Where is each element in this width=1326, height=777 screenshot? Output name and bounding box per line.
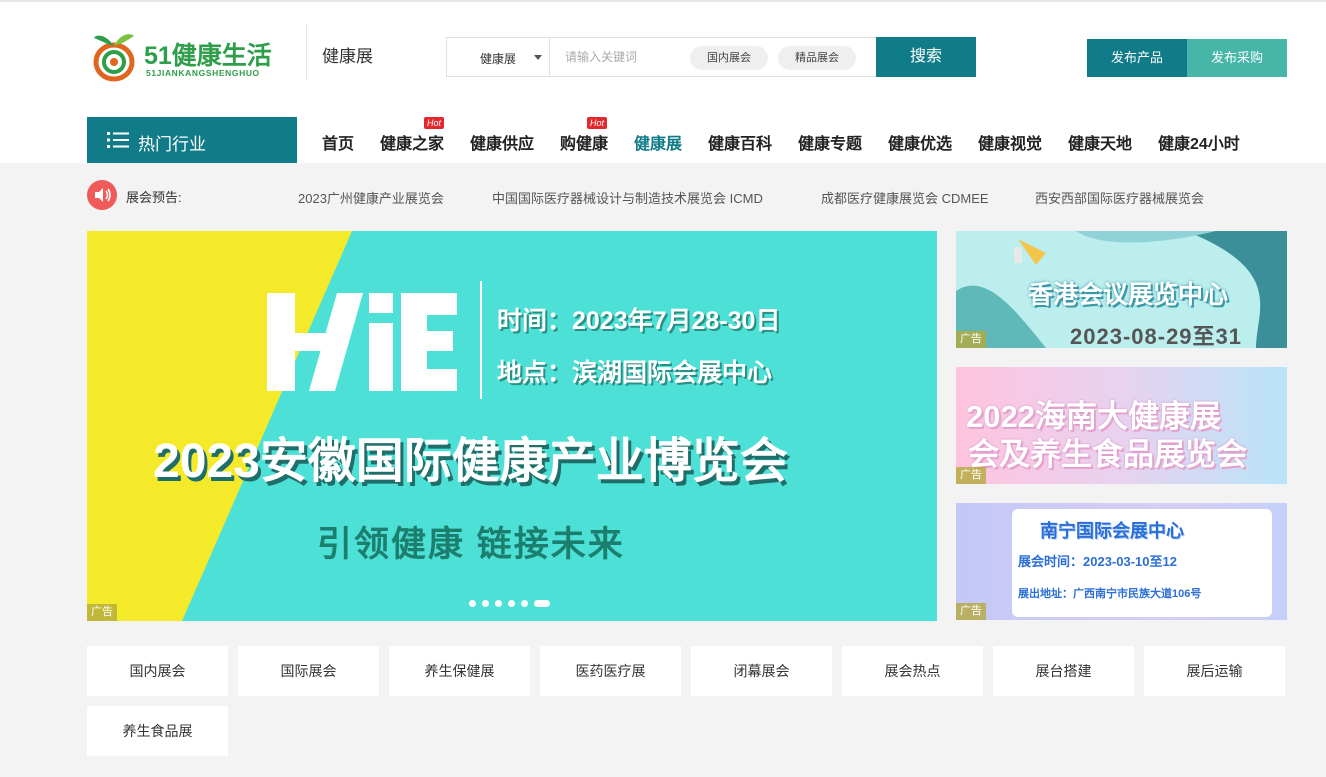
nav-health-supply[interactable]: 健康供应: [470, 130, 534, 154]
carousel-dot[interactable]: [482, 600, 489, 607]
site-logo[interactable]: 51健康生活 51JIANKANGSHENGHUO: [92, 28, 282, 86]
search-bar: 健康展 国内展会 精品展会 搜索: [446, 37, 976, 77]
ad-time: 展会时间：2023-03-10至12: [1018, 554, 1177, 569]
speaker-icon: [87, 180, 117, 210]
category-medical-expo[interactable]: 医药医疗展: [540, 646, 681, 696]
side-ad-hong-kong[interactable]: 香港会议展览中心 2023-08-29至31 广告: [956, 231, 1287, 348]
publish-product-button[interactable]: 发布产品: [1087, 39, 1187, 77]
ad-date: 2023-08-29至31: [1070, 324, 1243, 348]
ad-title-line2: 会及养生食品展览会: [968, 437, 1247, 472]
nav-health-world[interactable]: 健康天地: [1068, 130, 1132, 154]
search-input[interactable]: [551, 38, 681, 76]
hie-logo: [267, 293, 457, 391]
category-international-expo[interactable]: 国际展会: [238, 646, 379, 696]
category-domestic-expo[interactable]: 国内展会: [87, 646, 228, 696]
ticker-item[interactable]: 2023广州健康产业展览会: [298, 188, 444, 207]
logo-text: 51健康生活: [144, 42, 272, 70]
side-ad-hainan[interactable]: 2022海南大健康展 会及养生食品展览会 广告: [956, 367, 1287, 484]
category-booth-construction[interactable]: 展台搭建: [993, 646, 1134, 696]
nav-home[interactable]: 首页: [322, 130, 354, 154]
main-banner[interactable]: 时间：2023年7月28-30日 地点：滨湖国际会展中心 2023安徽国际健康产…: [87, 231, 937, 621]
chevron-down-icon: [534, 55, 542, 60]
ad-label: 广告: [956, 603, 986, 620]
carousel-dot-active[interactable]: [534, 600, 550, 607]
nav-health-select[interactable]: 健康优选: [888, 130, 952, 154]
ad-address: 展出地址：广西南宁市民族大道106号: [1018, 588, 1202, 600]
category-post-expo-shipping[interactable]: 展后运输: [1144, 646, 1285, 696]
hot-industry-label: 热门行业: [138, 135, 206, 154]
ad-label: 广告: [956, 467, 986, 484]
nav-health-home[interactable]: 健康之家: [380, 130, 444, 154]
nav-health-expo[interactable]: 健康展: [634, 130, 682, 154]
search-button[interactable]: 搜索: [876, 37, 976, 77]
carousel-dot[interactable]: [495, 600, 502, 607]
banner-title: 2023安徽国际健康产业博览会: [153, 435, 788, 488]
hot-badge: Hot: [424, 117, 444, 129]
nav-buy-health[interactable]: 购健康: [560, 130, 608, 154]
logo-subtext: 51JIANKANGSHENGHUO: [146, 68, 260, 78]
ticker-item[interactable]: 西安西部国际医疗器械展览会: [1035, 188, 1204, 207]
hot-industry-menu[interactable]: 热门行业: [87, 117, 297, 163]
search-category-select[interactable]: 健康展: [447, 38, 550, 76]
nav-health-vision[interactable]: 健康视觉: [978, 130, 1042, 154]
category-health-food-expo[interactable]: 养生食品展: [87, 706, 228, 756]
search-category-value: 健康展: [480, 52, 517, 66]
category-closed-expo[interactable]: 闭幕展会: [691, 646, 832, 696]
logo-leaf-icon: [93, 34, 135, 82]
nav-health-topics[interactable]: 健康专题: [798, 130, 862, 154]
banner-place: 地点：滨湖国际会展中心: [497, 359, 773, 387]
search-tag-premium[interactable]: 精品展会: [778, 46, 856, 70]
nav-health-24h[interactable]: 健康24小时: [1158, 130, 1240, 154]
ad-title: 南宁国际会展中心: [1040, 521, 1184, 541]
banner-slogan: 引领健康 链接未来: [317, 525, 625, 564]
nav-health-wiki[interactable]: 健康百科: [708, 130, 772, 154]
ticker-item[interactable]: 中国国际医疗器械设计与制造技术展览会 ICMD: [492, 188, 763, 207]
carousel-dot[interactable]: [469, 600, 476, 607]
search-tag-domestic[interactable]: 国内展会: [690, 46, 768, 70]
ticker-label: 展会预告:: [126, 190, 182, 205]
ad-title: 香港会议展览中心: [1028, 281, 1229, 309]
banner-time: 时间：2023年7月28-30日: [497, 307, 781, 335]
category-expo-hotspots[interactable]: 展会热点: [842, 646, 983, 696]
channel-title: 健康展: [322, 47, 373, 66]
side-ad-nanning[interactable]: 南宁国际会展中心 展会时间：2023-03-10至12 展出地址：广西南宁市民族…: [956, 503, 1287, 620]
carousel-dot[interactable]: [521, 600, 528, 607]
carousel-dot[interactable]: [508, 600, 515, 607]
category-wellness-expo[interactable]: 养生保健展: [389, 646, 530, 696]
logo-divider: [306, 24, 307, 80]
hot-badge: Hot: [587, 117, 607, 129]
ad-label: 广告: [87, 604, 117, 621]
publish-purchase-button[interactable]: 发布采购: [1187, 39, 1287, 77]
ticker-item[interactable]: 成都医疗健康展览会 CDMEE: [821, 188, 989, 207]
list-menu-icon: [107, 132, 129, 148]
ad-label: 广告: [956, 331, 986, 348]
